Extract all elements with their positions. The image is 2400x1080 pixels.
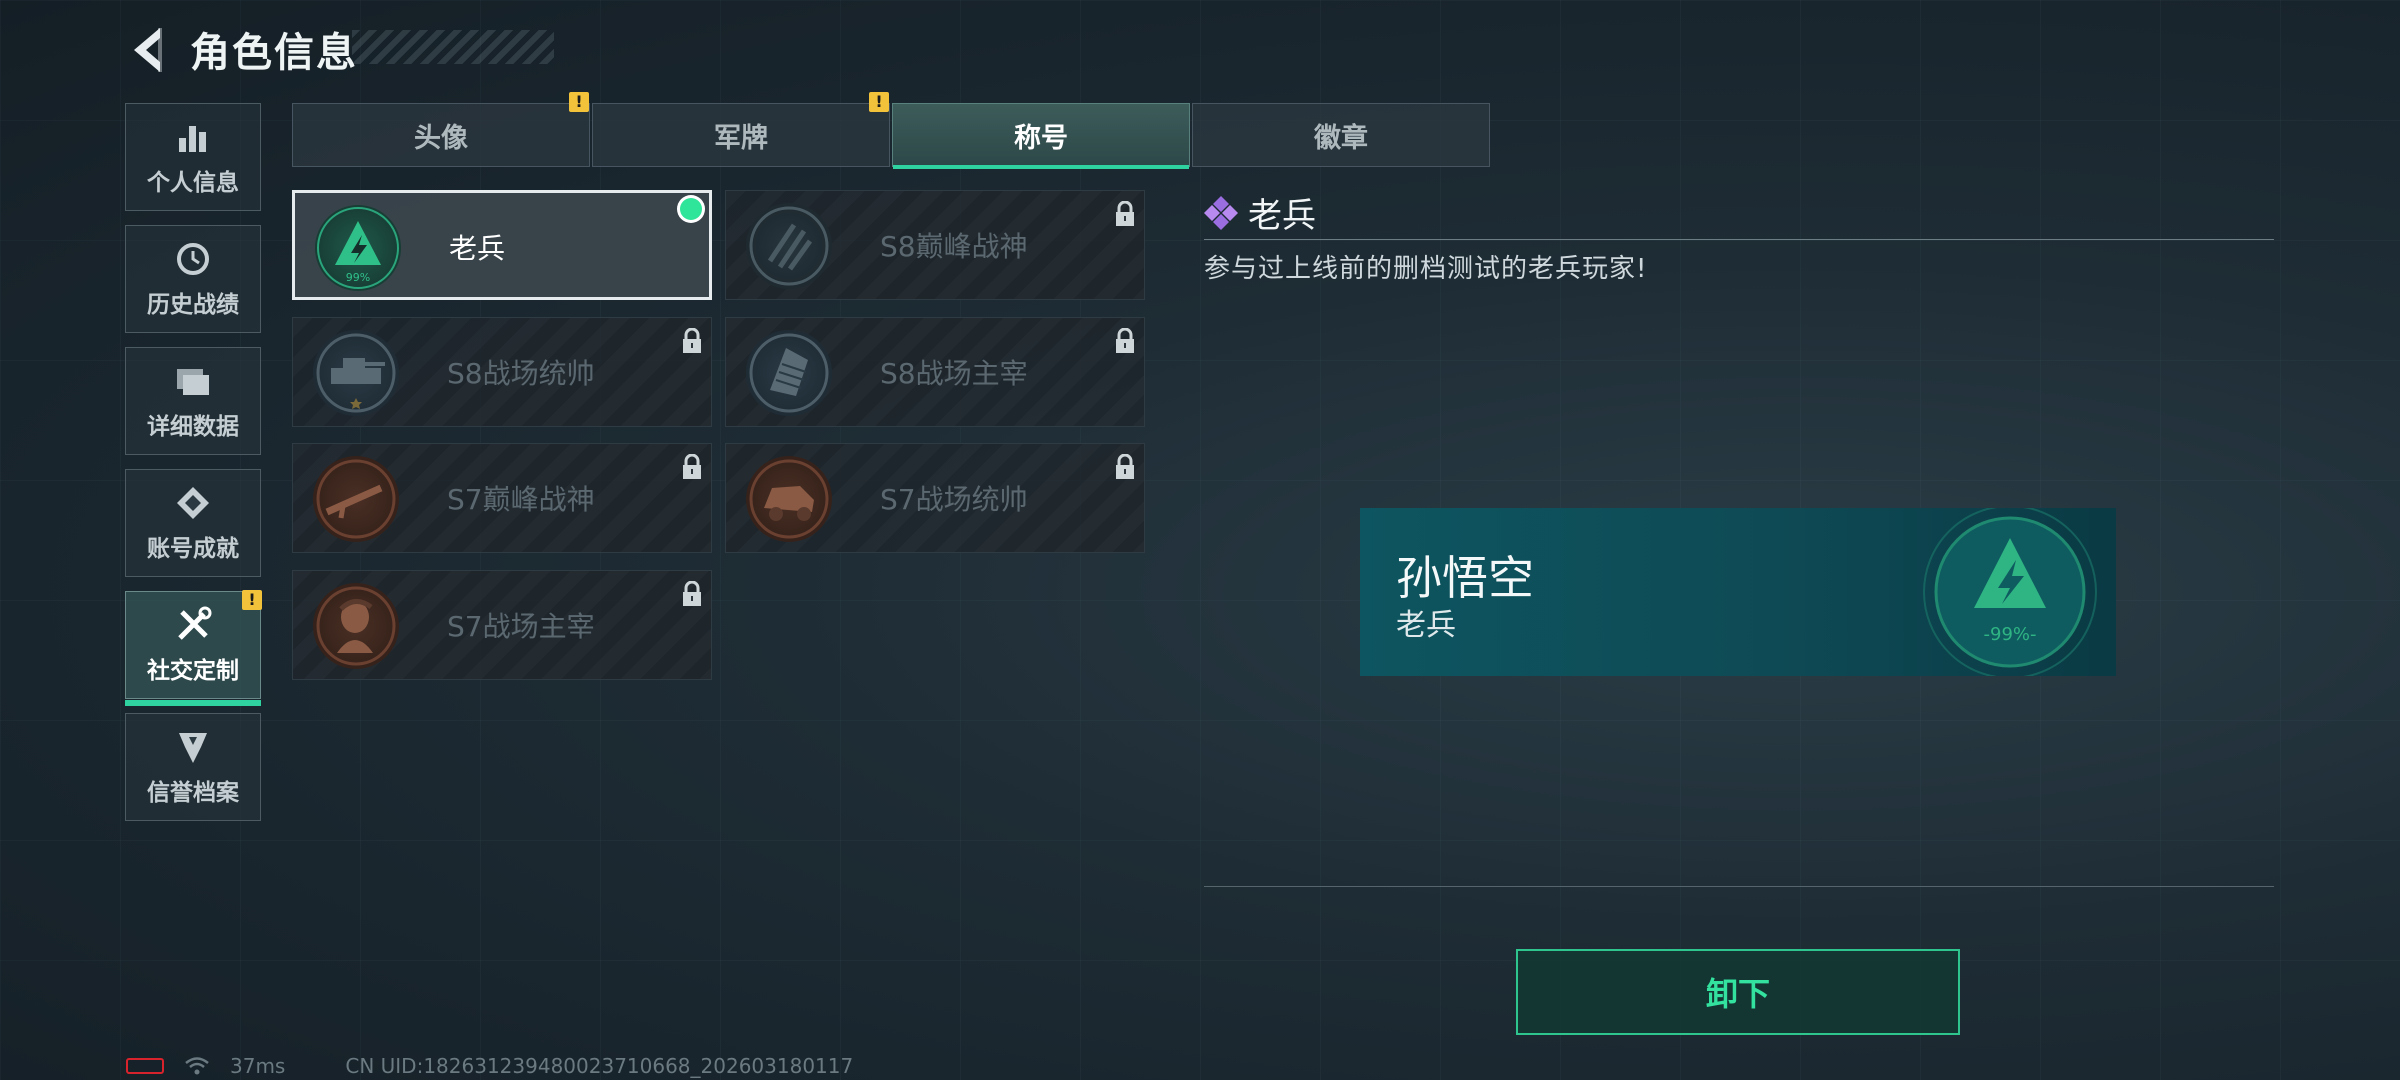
tab-label: 徽章 bbox=[1314, 122, 1368, 154]
tab-label: 称号 bbox=[1014, 122, 1068, 154]
unequip-button[interactable]: 卸下 bbox=[1516, 949, 1960, 1035]
preview-player-name: 孙悟空 bbox=[1396, 551, 1534, 605]
title-card-s8-commander[interactable]: S8战场统帅 bbox=[292, 317, 712, 427]
veteran-emblem-icon: 99% bbox=[315, 205, 401, 291]
status-bar: 37ms CN UID:182631239480023710668_202603… bbox=[126, 1054, 853, 1078]
title-card-name: S8战场统帅 bbox=[447, 357, 595, 390]
title-card-s7-commander[interactable]: S7战场统帅 bbox=[725, 443, 1145, 553]
title-diamond-icon bbox=[1204, 196, 1238, 230]
tab-avatar[interactable]: 头像 ! bbox=[292, 92, 590, 167]
lock-icon bbox=[1116, 201, 1134, 226]
notification-badge: ! bbox=[569, 92, 589, 112]
history-icon bbox=[173, 239, 213, 279]
page-title: 角色信息 bbox=[190, 30, 358, 76]
lock-icon bbox=[683, 328, 701, 353]
folder-icon bbox=[173, 361, 213, 401]
sidebar-item-social-custom[interactable]: 社交定制 ! bbox=[125, 590, 262, 706]
ping-text: 37ms bbox=[230, 1054, 286, 1078]
lock-icon bbox=[1116, 328, 1134, 353]
tab-title[interactable]: 称号 bbox=[892, 103, 1190, 169]
detail-title: 老兵 bbox=[1248, 196, 1316, 236]
tab-badge[interactable]: 徽章 bbox=[1192, 103, 1490, 167]
vehicle-emblem-icon bbox=[746, 456, 832, 542]
sidebar-item-history[interactable]: 历史战绩 bbox=[125, 225, 261, 333]
preview-title: 老兵 bbox=[1396, 608, 1456, 643]
bar-chart-icon bbox=[173, 117, 213, 157]
sidebar-item-personal-info[interactable]: 个人信息 bbox=[125, 103, 261, 211]
soldier-emblem-icon bbox=[313, 583, 399, 669]
title-card-name: S8巅峰战神 bbox=[880, 230, 1028, 263]
detail-divider bbox=[1204, 239, 2274, 240]
title-card-veteran[interactable]: 99% 老兵 bbox=[292, 190, 712, 300]
back-arrow-icon bbox=[134, 28, 162, 72]
tools-icon bbox=[173, 605, 213, 645]
title-card-name: S8战场主宰 bbox=[880, 357, 1028, 390]
achievement-icon bbox=[173, 483, 213, 523]
title-card-s8-peak-god[interactable]: S8巅峰战神 bbox=[725, 190, 1145, 300]
sidebar-item-label: 历史战绩 bbox=[147, 292, 239, 318]
sidebar-item-achievements[interactable]: 账号成就 bbox=[125, 469, 261, 577]
s8-peak-emblem-icon bbox=[746, 203, 832, 289]
battery-icon bbox=[126, 1058, 164, 1074]
notification-badge: ! bbox=[242, 590, 262, 610]
sidebar-item-label: 详细数据 bbox=[147, 414, 239, 440]
svg-text:99%: 99% bbox=[346, 271, 370, 284]
svg-text:-99%-: -99%- bbox=[1984, 624, 2037, 645]
title-card-name: S7战场主宰 bbox=[447, 610, 595, 643]
sidebar-item-detailed-data[interactable]: 详细数据 bbox=[125, 347, 261, 455]
lock-icon bbox=[683, 454, 701, 479]
sidebar-item-label: 账号成就 bbox=[147, 536, 239, 562]
wifi-icon bbox=[185, 1057, 209, 1075]
lock-icon bbox=[1116, 454, 1134, 479]
title-preview-plate: 孙悟空 老兵 -99%- bbox=[1360, 508, 2116, 676]
rifle-emblem-icon bbox=[313, 456, 399, 542]
sidebar-item-credit-record[interactable]: 信誉档案 bbox=[125, 713, 261, 821]
title-card-s7-peak-god[interactable]: S7巅峰战神 bbox=[292, 443, 712, 553]
equipped-indicator bbox=[680, 198, 702, 220]
tank-emblem-icon bbox=[313, 330, 399, 416]
sidebar-item-label: 社交定制 bbox=[147, 658, 239, 684]
back-button[interactable] bbox=[122, 24, 174, 76]
title-card-name: 老兵 bbox=[449, 232, 506, 265]
veteran-emblem-icon: -99%- bbox=[1923, 508, 2097, 676]
notification-badge: ! bbox=[869, 92, 889, 112]
lock-icon bbox=[683, 581, 701, 606]
sidebar-item-label: 个人信息 bbox=[147, 170, 239, 196]
title-card-s7-dominator[interactable]: S7战场主宰 bbox=[292, 570, 712, 680]
building-emblem-icon bbox=[746, 330, 832, 416]
title-card-name: S7巅峰战神 bbox=[447, 483, 595, 516]
tab-label: 头像 bbox=[414, 122, 468, 154]
detail-bottom-divider bbox=[1204, 886, 2274, 887]
credit-icon bbox=[173, 727, 213, 767]
uid-text: CN UID:182631239480023710668_20260318011… bbox=[345, 1054, 854, 1078]
title-decoration bbox=[352, 30, 554, 64]
tab-label: 军牌 bbox=[714, 122, 768, 154]
tab-dog-tag[interactable]: 军牌 ! bbox=[592, 92, 890, 167]
sidebar-item-label: 信誉档案 bbox=[147, 780, 239, 806]
title-card-s8-dominator[interactable]: S8战场主宰 bbox=[725, 317, 1145, 427]
title-card-name: S7战场统帅 bbox=[880, 483, 1028, 516]
detail-description: 参与过上线前的删档测试的老兵玩家! bbox=[1204, 254, 1648, 284]
